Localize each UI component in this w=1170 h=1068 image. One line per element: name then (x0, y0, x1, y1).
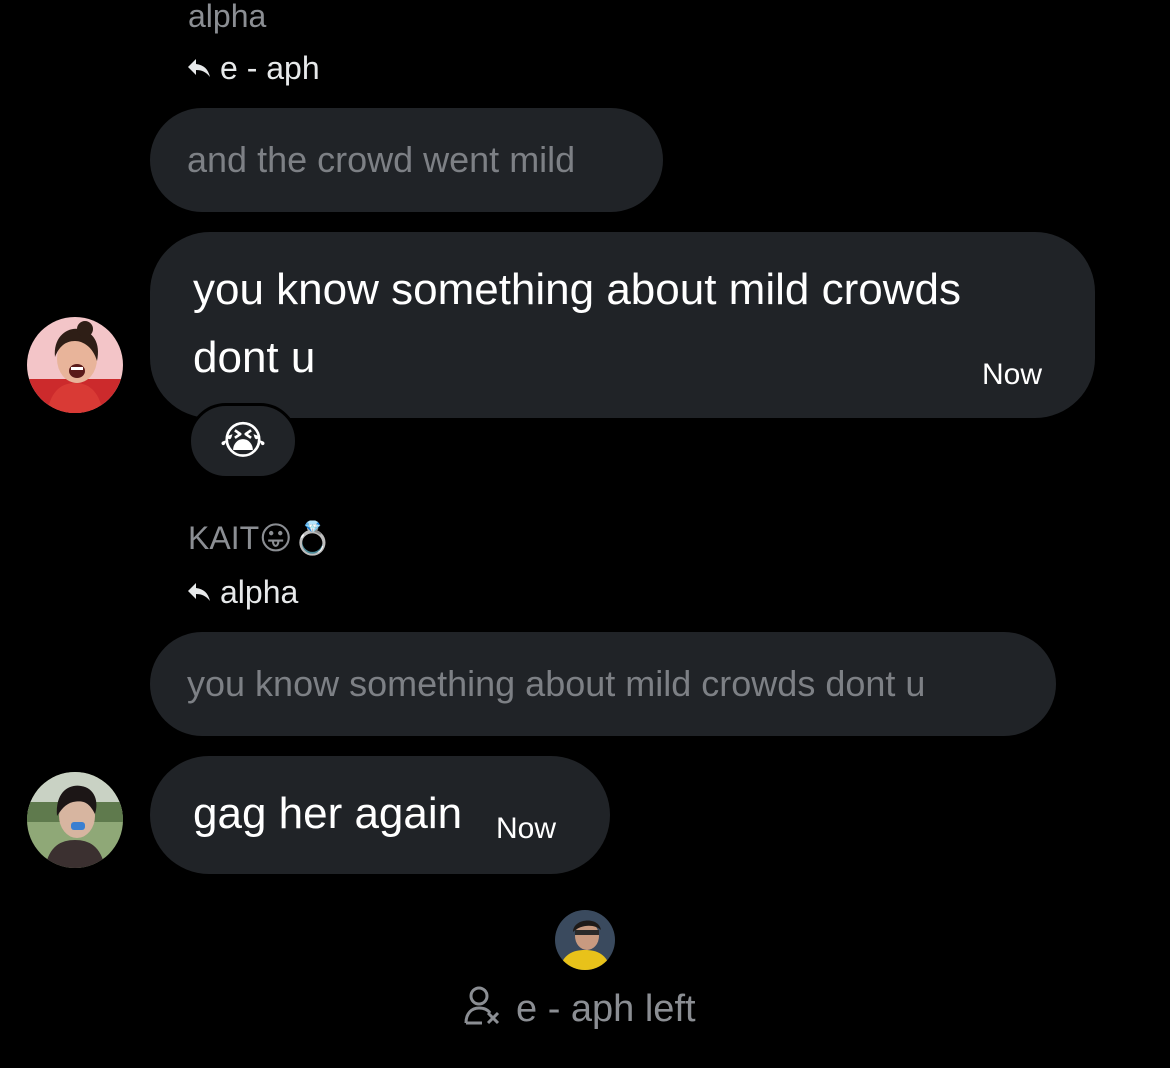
message-text: gag her again (193, 789, 463, 838)
reaction-pill[interactable]: 😭 (188, 403, 298, 479)
member-left-notice: e - aph left (464, 985, 696, 1032)
reply-context: e - aph (186, 52, 320, 84)
quoted-message-text: you know something about mild crowds don… (187, 663, 926, 704)
member-left-text: e - aph left (516, 987, 696, 1030)
crying-face-emoji: 😭 (219, 419, 267, 463)
avatar-alpha[interactable] (27, 317, 123, 413)
reply-context: alpha (186, 576, 298, 608)
message-timestamp: Now (496, 812, 557, 845)
reply-target-name: e - aph (220, 50, 320, 86)
message-bubble[interactable]: you know something about mild crowds don… (150, 232, 1095, 418)
message-bubble[interactable]: gag her again Now (150, 756, 610, 874)
reply-arrow-icon (186, 581, 212, 603)
message-timestamp: Now (982, 358, 1043, 391)
message-text: you know something about mild crowds don… (193, 265, 961, 382)
sender-name-alpha: alpha (188, 0, 267, 34)
sender-name-kait: KAIT😛💍 (188, 520, 333, 556)
avatar-e-aph[interactable] (555, 910, 615, 970)
reply-target-name: alpha (220, 574, 299, 610)
user-remove-icon (464, 985, 502, 1032)
quoted-message-text: and the crowd went mild (187, 139, 576, 180)
quoted-message[interactable]: you know something about mild crowds don… (150, 632, 1056, 736)
reply-arrow-icon (186, 57, 212, 79)
quoted-message[interactable]: and the crowd went mild (150, 108, 663, 212)
avatar-kait[interactable] (27, 772, 123, 868)
